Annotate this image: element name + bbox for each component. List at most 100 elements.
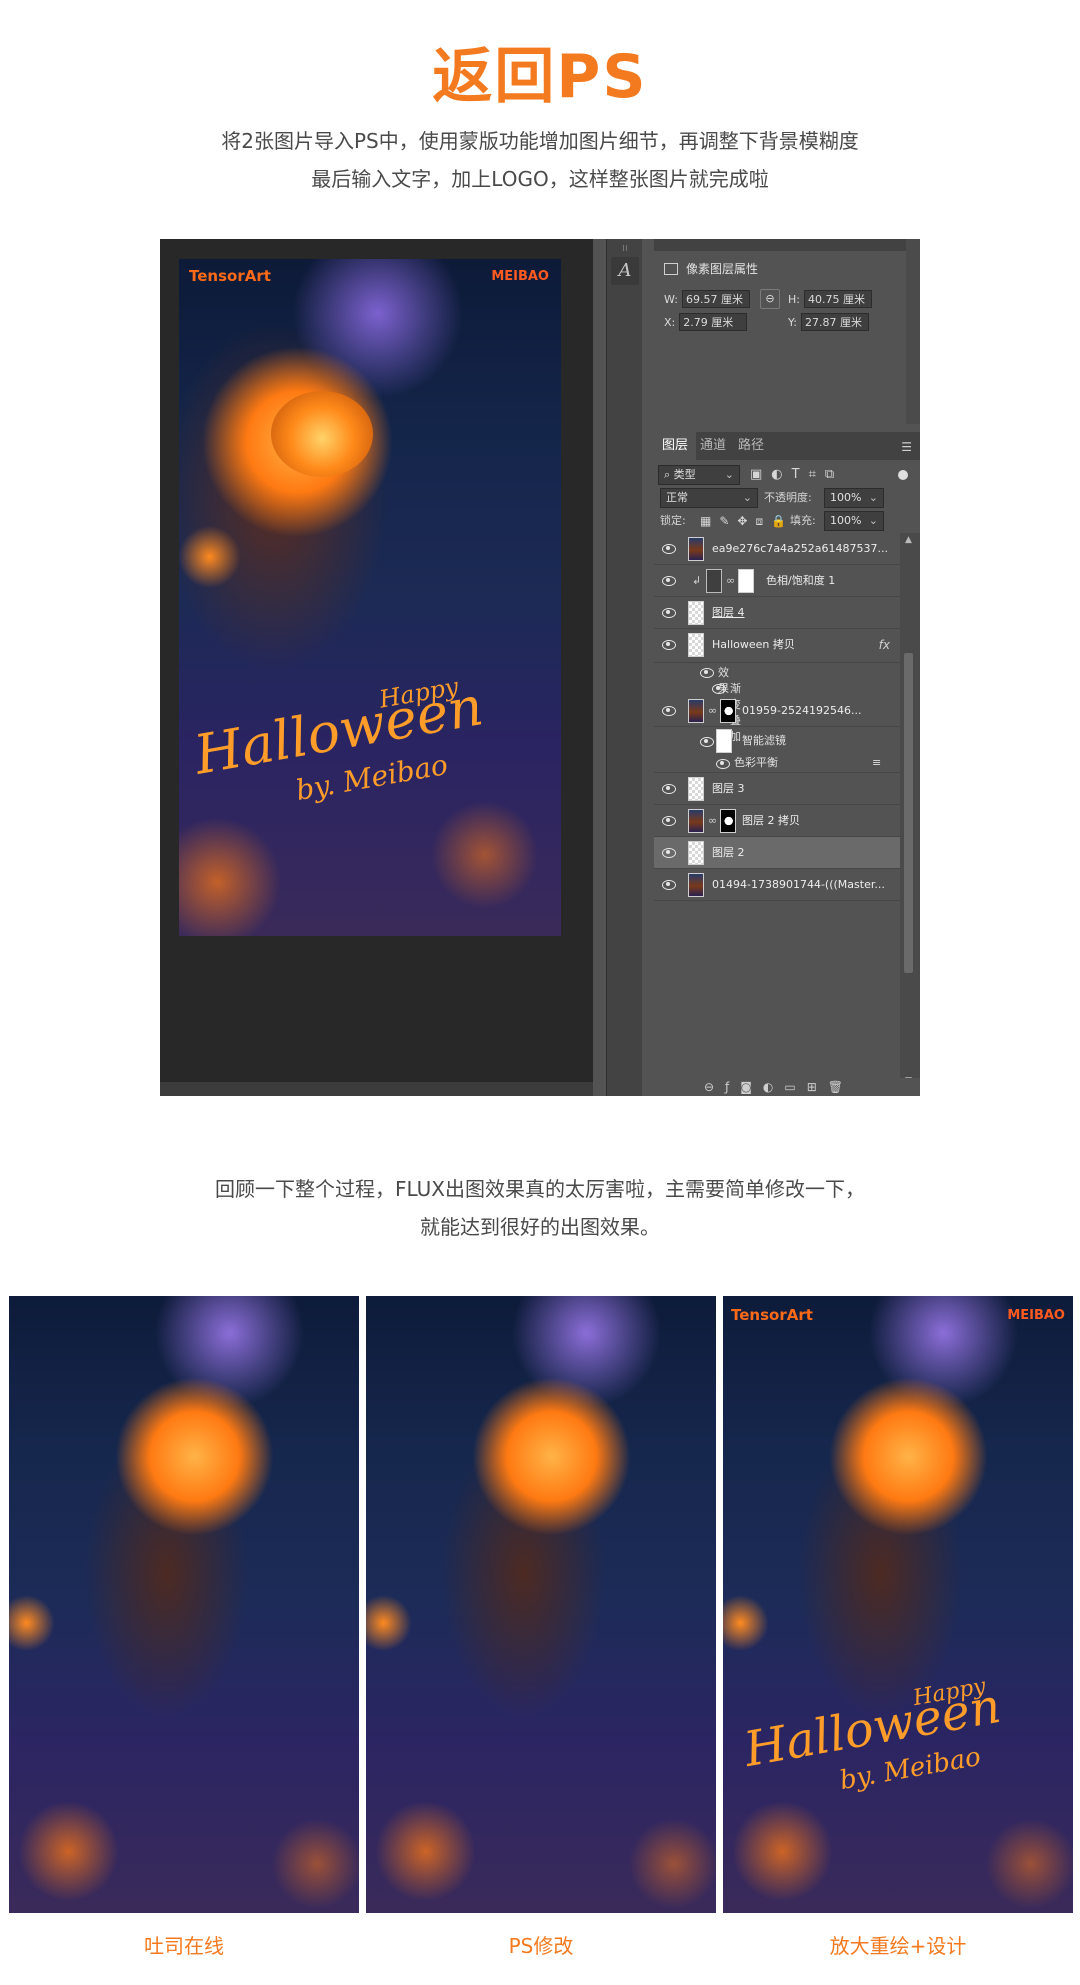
fill-label: 填充:	[790, 514, 816, 527]
visibility-eye-icon[interactable]	[660, 574, 676, 586]
caption-ps-edit: PS修改	[508, 1934, 574, 1958]
tensorart-logo: TensorArt	[731, 1306, 813, 1324]
layer-filter-row: ⌕ 类型 ⌄ ▣◐T⌗⧉	[658, 465, 918, 487]
document-canvas: TensorArt MEIBAO Happy Halloween by. Mei…	[160, 239, 593, 1082]
smart-filter-eye-icon[interactable]	[700, 737, 714, 747]
visibility-eye-icon[interactable]	[660, 878, 676, 890]
smart-filter-mask	[716, 729, 732, 753]
layer-thumbnail	[688, 537, 704, 561]
layer-name: ea9e276c7a4a252a61487537...	[712, 542, 889, 555]
x-label: X:	[664, 316, 676, 329]
layers-tab-bar: 图层 通道 路径 ☰	[654, 432, 920, 460]
layer-row-selected[interactable]: 图层 2	[654, 837, 900, 869]
outro-text: 回顾一下整个过程，FLUX出图效果真的太厉害啦，主需要简单修改一下， 就能达到很…	[0, 1170, 1080, 1246]
fx-icon[interactable]: fx	[879, 629, 890, 661]
filter-type-select[interactable]: ⌕ 类型 ⌄	[658, 465, 740, 485]
meibao-logo: MEIBAO	[1007, 1308, 1065, 1323]
panel-grip[interactable]	[623, 245, 627, 251]
layer-thumbnail	[688, 777, 704, 801]
layer-thumbnail	[688, 841, 704, 865]
mask-thumbnail	[738, 569, 754, 593]
properties-title: 像素图层属性	[664, 259, 758, 279]
visibility-eye-icon[interactable]	[660, 542, 676, 554]
gradient-overlay-eye-icon[interactable]	[712, 684, 726, 694]
filter-options-icon[interactable]: ≡	[872, 755, 881, 771]
width-input[interactable]: 69.57 厘米	[681, 290, 750, 308]
y-input[interactable]: 27.87 厘米	[800, 313, 869, 331]
layers-footer: ⊖ƒ◙◐▭⊞🗑	[654, 1078, 920, 1096]
properties-scrollbar[interactable]	[906, 239, 920, 424]
layer-name: 色相/饱和度 1	[766, 574, 836, 587]
height-input[interactable]: 40.75 厘米	[803, 290, 872, 308]
x-field: X: 2.79 厘米	[664, 313, 748, 331]
layer-row[interactable]: Halloween 拷贝 fx	[654, 629, 900, 663]
blend-mode-value: 正常	[666, 491, 688, 504]
pumpkin-head	[271, 391, 373, 477]
panel-menu-icon[interactable]: ☰	[901, 440, 912, 454]
character-panel-icon[interactable]: A	[611, 257, 639, 285]
photoshop-screenshot: TensorArt MEIBAO Happy Halloween by. Mei…	[160, 239, 920, 1096]
tab-channels[interactable]: 通道	[700, 432, 726, 460]
mask-thumbnail	[720, 809, 736, 833]
layer-thumbnail	[688, 873, 704, 897]
filter-type-value: 类型	[673, 468, 696, 481]
width-field: W: 69.57 厘米	[664, 290, 750, 308]
visibility-eye-icon[interactable]	[660, 638, 676, 650]
tab-paths[interactable]: 路径	[738, 432, 764, 460]
color-balance-eye-icon[interactable]	[716, 759, 730, 769]
visibility-eye-icon[interactable]	[660, 606, 676, 618]
adjustment-thumbnail	[706, 569, 722, 593]
layer-thumbnail	[688, 633, 704, 657]
scroll-up-icon[interactable]: ▲	[905, 535, 912, 545]
caption-original: 吐司在线	[144, 1934, 224, 1958]
layer-name: 01959-2524192546...	[742, 704, 862, 717]
link-dimensions-icon[interactable]: ⊖	[760, 289, 780, 309]
smart-filter-group: 智能滤镜 色彩平衡 ≡	[654, 727, 900, 773]
chain-link-icon[interactable]: ∞	[708, 704, 717, 717]
effects-eye-icon[interactable]	[700, 668, 714, 678]
tab-layers[interactable]: 图层	[654, 432, 697, 460]
visibility-eye-icon[interactable]	[660, 814, 676, 826]
halloween-artwork: TensorArt MEIBAO Happy Halloween by. Mei…	[179, 259, 561, 936]
filter-toggle-icon[interactable]	[898, 470, 908, 480]
layer-row[interactable]: 图层 4	[654, 597, 900, 629]
layer-row[interactable]: 01494-1738901744-(((Master...	[654, 869, 900, 901]
layer-action-icons[interactable]: ⊖ƒ◙◐▭⊞🗑	[704, 1078, 854, 1096]
opacity-value: 100%	[830, 491, 862, 504]
layer-row[interactable]: 图层 3	[654, 773, 900, 805]
chain-link-icon[interactable]: ∞	[708, 814, 717, 827]
fill-input[interactable]: 100% ⌄	[824, 511, 884, 531]
page-title: 返回PS	[432, 42, 648, 112]
pixel-layer-icon	[664, 263, 678, 275]
mask-thumbnail	[720, 699, 736, 723]
layer-row[interactable]: ea9e276c7a4a252a61487537...	[654, 533, 900, 565]
opacity-input[interactable]: 100% ⌄	[824, 488, 884, 508]
canvas-status-strip	[160, 1082, 593, 1096]
lock-icons[interactable]: ▦✎✥⧈🔒	[700, 511, 794, 531]
visibility-eye-icon[interactable]	[660, 846, 676, 858]
layers-list: ea9e276c7a4a252a61487537... ↲ ∞ 色相/饱和度 1…	[654, 533, 900, 1088]
layer-thumbnail	[688, 809, 704, 833]
visibility-eye-icon[interactable]	[660, 782, 676, 794]
filter-icons[interactable]: ▣◐T⌗⧉	[750, 465, 843, 485]
comparison-image-original	[9, 1296, 359, 1913]
y-field: Y: 27.87 厘米	[788, 313, 869, 331]
right-panels: 像素图层属性 W: 69.57 厘米 ⊖ H: 40.75 厘米 X: 2.79 厘米…	[654, 239, 920, 1096]
layer-row[interactable]: ∞ 01959-2524192546...	[654, 695, 900, 727]
layers-scrollbar[interactable]: ▲ ▼	[900, 533, 920, 1088]
chain-link-icon[interactable]: ∞	[726, 574, 735, 587]
layer-name: 01494-1738901744-(((Master...	[712, 878, 885, 891]
layer-name: 图层 3	[712, 782, 745, 795]
layer-row[interactable]: ∞ 图层 2 拷贝	[654, 805, 900, 837]
intro-line-1: 将2张图片导入PS中，使用蒙版功能增加图片细节，再调整下背景模糊度	[221, 129, 859, 153]
layer-row[interactable]: ↲ ∞ 色相/饱和度 1	[654, 565, 900, 597]
blend-mode-select[interactable]: 正常 ⌄	[660, 488, 758, 508]
width-label: W:	[664, 293, 678, 306]
outro-line-2: 就能达到很好的出图效果。	[420, 1215, 660, 1239]
visibility-eye-icon[interactable]	[660, 704, 676, 716]
properties-title-label: 像素图层属性	[686, 262, 759, 276]
outro-line-1: 回顾一下整个过程，FLUX出图效果真的太厉害啦，主需要简单修改一下，	[215, 1177, 865, 1201]
x-input[interactable]: 2.79 厘米	[679, 313, 748, 331]
scrollbar-thumb[interactable]	[904, 653, 913, 973]
comparison-image-final: TensorArt MEIBAO Happy Halloween by. Mei…	[723, 1296, 1073, 1913]
